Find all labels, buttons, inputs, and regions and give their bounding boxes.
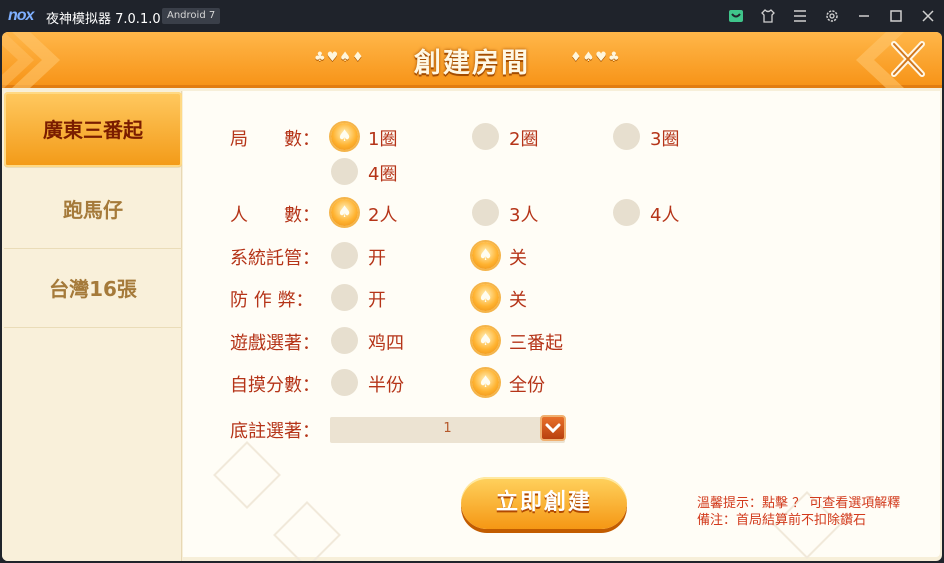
option-label: 关 [509,248,527,269]
settings-icon[interactable] [824,8,840,24]
maximize-icon[interactable] [888,8,904,24]
game-mode-sidebar: 廣東三番起 跑馬仔 台灣16張 [2,91,182,561]
radio-icon [472,123,499,150]
dialog-title: 創建房間 [414,48,530,79]
emulator-title: 夜神模拟器 7.0.1.0 [46,12,161,27]
option-label: 2圈 [509,129,539,150]
dialog-header: ♣♥♠♦ 創建房間 ♦♠♥♣ [2,32,942,88]
tab-pao-ma-zai[interactable]: 跑馬仔 [4,171,182,249]
background-diamond [273,501,341,561]
base-bet-value: 1 [443,421,452,436]
radio-selected-icon [472,242,499,269]
create-room-dialog: ♣♥♠♦ 創建房間 ♦♠♥♣ 廣東三番起 跑馬仔 台灣16張 局 數： 1圈 [2,32,942,561]
radio-icon [331,242,358,269]
base-bet-select[interactable]: 1 [330,417,565,443]
android-version-badge: Android 7 [162,8,221,24]
menu-icon[interactable] [792,8,808,24]
shop-icon[interactable] [728,8,744,24]
option-label: 4圈 [368,164,398,185]
auto-host-label: 系統託管： [230,248,320,269]
create-room-button[interactable]: 立即創建 [461,477,627,529]
tab-taiwan-16[interactable]: 台灣16張 [4,250,182,328]
radio-icon [331,284,358,311]
option-label: 4人 [650,205,680,226]
game-rule-label: 遊戲選著： [230,333,320,354]
radio-selected-icon [472,369,499,396]
radio-icon [331,327,358,354]
minimize-icon[interactable] [856,8,872,24]
rounds-label: 局 數： [230,129,320,150]
option-label: 3人 [509,205,539,226]
radio-icon [331,158,358,185]
close-icon[interactable] [920,8,936,24]
shirt-icon[interactable] [760,8,776,24]
close-x-icon [891,41,925,77]
option-label: 三番起 [509,333,563,354]
option-label: 1圈 [368,129,398,150]
background-diamond [213,441,281,509]
radio-icon [331,369,358,396]
chevron-down-icon [545,423,561,434]
tip-note: 備注：首局結算前不扣除鑽石 [697,513,867,528]
players-label: 人 數： [230,205,320,226]
tab-guangdong-three-fan[interactable]: 廣東三番起 [4,92,182,168]
base-bet-label: 底註選著： [230,421,320,442]
nox-logo: nox [8,7,34,24]
option-label: 全份 [509,375,545,396]
option-label: 开 [368,248,386,269]
radio-selected-icon [472,284,499,311]
radio-icon [613,123,640,150]
radio-selected-icon [331,199,358,226]
room-settings-panel: 局 數： 1圈 2圈 3圈 4圈 人 數： 2人 3人 4人 [183,91,940,561]
self-draw-label: 自摸分數： [230,375,320,396]
radio-selected-icon [331,123,358,150]
suits-decoration-right: ♦♠♥♣ [570,50,621,65]
radio-icon [613,199,640,226]
option-label: 关 [509,290,527,311]
base-bet-dropdown-button[interactable] [540,415,566,441]
radio-selected-icon [472,327,499,354]
option-label: 开 [368,290,386,311]
option-label: 半份 [368,375,404,396]
anti-cheat-label: 防 作 弊： [230,290,314,311]
emulator-title-bar: nox 夜神模拟器 7.0.1.0 Android 7 [0,0,944,32]
radio-icon [472,199,499,226]
option-label: 鸡四 [368,333,404,354]
option-label: 3圈 [650,129,680,150]
dialog-close-button[interactable] [880,34,936,86]
option-label: 2人 [368,205,398,226]
